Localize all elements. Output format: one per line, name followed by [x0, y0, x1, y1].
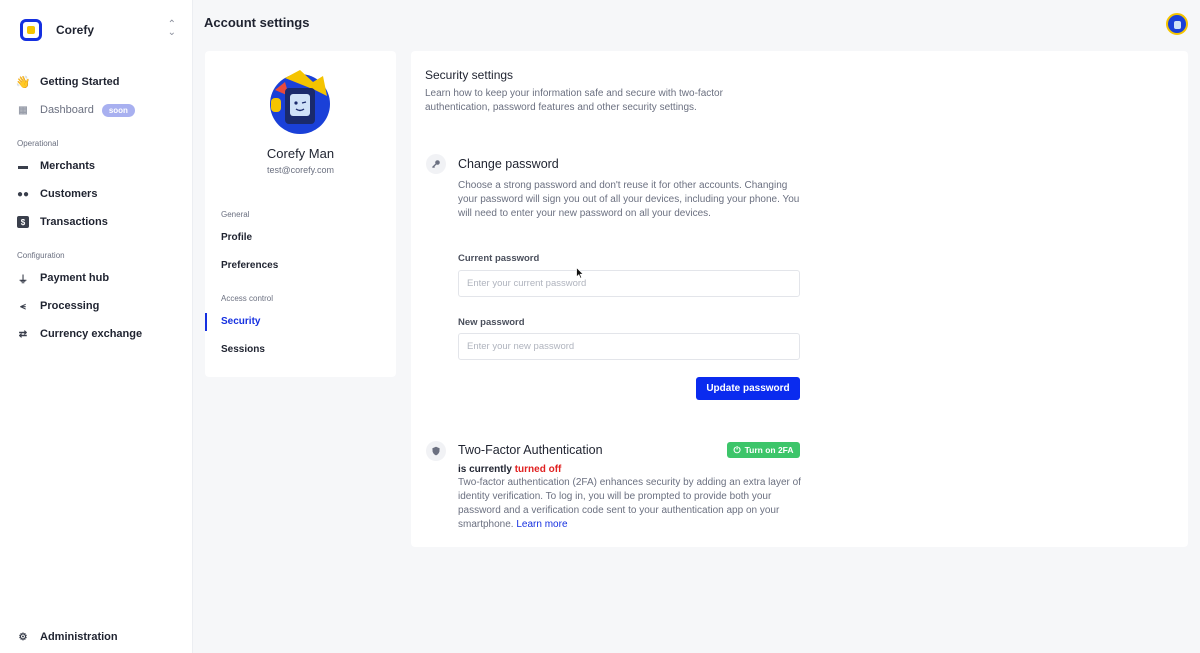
store-icon: ▬: [18, 160, 28, 172]
branch-icon: ⪪: [20, 300, 26, 312]
sidebar-item-getting-started[interactable]: 👋 Getting Started: [15, 72, 187, 92]
sidebar-item-dashboard[interactable]: ▦ Dashboard soon: [17, 100, 187, 120]
power-icon: ⏻: [733, 444, 741, 455]
exchange-icon: ⇄: [18, 328, 28, 340]
two-factor-title: Two-Factor Authentication: [458, 443, 603, 457]
security-settings-card: Security settings Learn how to keep your…: [411, 51, 1188, 547]
mascot-avatar: [270, 70, 330, 134]
update-password-button[interactable]: Update password: [696, 377, 800, 400]
sidebar-item-transactions[interactable]: $ Transactions: [17, 212, 187, 232]
new-password-input[interactable]: [458, 333, 800, 360]
brand-name: Corefy: [56, 23, 95, 37]
sidebar-item-label: Administration: [40, 631, 118, 643]
sidebar: Corefy ⌃ ⌄ 👋 Getting Started ▦ Dashboard …: [0, 0, 193, 653]
sidebar-item-label: Payment hub: [40, 272, 110, 284]
profile-card: Corefy Man test@corefy.com General Profi…: [205, 51, 396, 377]
turn-on-2fa-button[interactable]: ⏻ Turn on 2FA: [727, 442, 800, 458]
sidebar-item-label: Currency exchange: [40, 328, 143, 340]
sidebar-item-payment-hub[interactable]: ⏚ Payment hub: [17, 268, 187, 288]
change-password-title: Change password: [458, 157, 559, 171]
tab-profile[interactable]: Profile: [221, 232, 252, 243]
sidebar-item-customers[interactable]: ●● Customers: [17, 184, 187, 204]
nav-section-configuration: Configuration: [17, 251, 65, 260]
sidebar-item-label: Customers: [40, 188, 98, 200]
user-avatar[interactable]: [1166, 13, 1188, 35]
tab-security[interactable]: Security: [221, 316, 260, 327]
corefy-logo: [20, 19, 42, 41]
dashboard-icon: ▦: [18, 104, 28, 116]
section-description: Learn how to keep your information safe …: [425, 88, 723, 113]
waving-hand-icon: 👋: [15, 75, 31, 89]
sidebar-item-label: Dashboard: [40, 104, 94, 116]
learn-more-link[interactable]: Learn more: [516, 519, 567, 530]
sidebar-item-label: Merchants: [40, 160, 96, 172]
change-password-description: Choose a strong password and don't reuse…: [458, 180, 800, 219]
sidebar-item-label: Processing: [40, 300, 100, 312]
tab-preferences[interactable]: Preferences: [221, 260, 278, 271]
profile-section-general: General: [221, 210, 250, 219]
soon-badge: soon: [101, 103, 135, 117]
tab-sessions[interactable]: Sessions: [221, 344, 265, 355]
active-indicator: [205, 313, 207, 331]
sidebar-item-currency-exchange[interactable]: ⇄ Currency exchange: [17, 324, 187, 344]
mouse-cursor-icon: [576, 267, 584, 279]
current-password-label: Current password: [458, 253, 540, 264]
profile-name: Corefy Man: [266, 146, 335, 161]
section-title: Security settings: [425, 68, 514, 82]
profile-email: test@corefy.com: [267, 165, 334, 175]
two-factor-description-text: Two-factor authentication (2FA) enhances…: [458, 477, 801, 530]
sidebar-item-processing[interactable]: ⪪ Processing: [17, 296, 187, 316]
page-title: Account settings: [204, 15, 310, 30]
current-password-input[interactable]: [458, 270, 800, 297]
new-password-label: New password: [458, 317, 525, 328]
profile-section-access-control: Access control: [221, 294, 274, 303]
chevron-updown-icon: ⌃ ⌄: [167, 19, 176, 38]
two-factor-description: Two-factor authentication (2FA) enhances…: [458, 476, 803, 532]
two-factor-status-prefix: is currently: [458, 464, 512, 475]
two-factor-status-value: turned off: [514, 464, 562, 475]
plug-icon: ⏚: [18, 274, 28, 286]
nav-section-operational: Operational: [17, 139, 59, 148]
two-factor-status: is currently turned off: [458, 464, 561, 475]
sidebar-item-merchants[interactable]: ▬ Merchants: [17, 156, 187, 176]
users-icon: ●●: [16, 188, 30, 200]
dollar-icon: $: [17, 216, 29, 228]
sidebar-item-label: Transactions: [40, 216, 108, 228]
sidebar-item-administration[interactable]: ⚙ Administration: [17, 627, 187, 647]
sidebar-item-label: Getting Started: [40, 76, 120, 88]
gear-icon: ⚙: [18, 631, 28, 643]
workspace-switcher[interactable]: Corefy ⌃ ⌄: [20, 18, 178, 42]
turn-on-2fa-label: Turn on 2FA: [744, 445, 794, 455]
key-icon: [426, 154, 446, 174]
shield-icon: [426, 441, 446, 461]
